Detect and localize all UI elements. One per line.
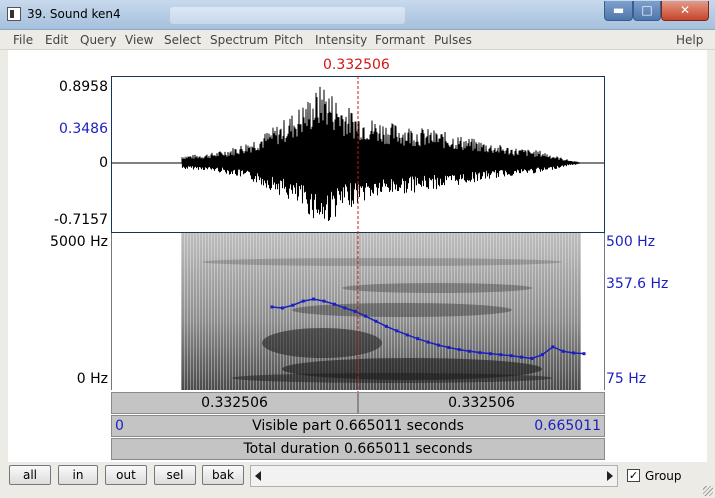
formant-band-3 xyxy=(342,283,532,293)
waveform-min-label: -0.7157 xyxy=(53,212,108,228)
pitch-point xyxy=(509,354,513,358)
pitch-point xyxy=(322,299,326,303)
menu-pulses[interactable]: Pulses xyxy=(434,33,472,47)
formant-band-5 xyxy=(232,373,552,383)
pitch-point xyxy=(540,353,544,357)
menu-pitch[interactable]: Pitch xyxy=(274,33,303,47)
horizontal-scrollbar[interactable] xyxy=(250,465,618,487)
menu-bar: File Edit Query View Select Spectrum Pit… xyxy=(0,30,715,50)
zoom-selection-button[interactable]: sel xyxy=(154,465,196,485)
left-time-bar[interactable]: 0.332506 xyxy=(111,392,358,414)
pitch-point xyxy=(364,314,368,318)
pitch-point xyxy=(447,346,451,350)
waveform-max-label: 0.8958 xyxy=(59,79,108,95)
pitch-point xyxy=(457,348,461,352)
close-icon: ✕ xyxy=(679,3,691,17)
menu-file[interactable]: File xyxy=(13,33,33,47)
pitch-cursor-label: 357.6 Hz xyxy=(606,276,669,292)
group-label: Group xyxy=(645,469,682,483)
background-tab xyxy=(170,7,405,24)
minimize-icon: ▬ xyxy=(612,3,625,17)
pitch-bottom-label: 75 Hz xyxy=(606,371,647,387)
menu-edit[interactable]: Edit xyxy=(45,33,68,47)
pitch-point xyxy=(582,352,586,356)
pitch-point xyxy=(301,299,305,303)
pitch-point xyxy=(530,356,534,360)
pitch-point xyxy=(551,345,555,349)
visible-end-label: 0.665011 xyxy=(534,418,601,434)
pitch-point xyxy=(561,349,565,353)
pitch-point xyxy=(384,324,388,328)
total-duration-bar[interactable]: Total duration 0.665011 seconds xyxy=(111,438,605,460)
pitch-point xyxy=(291,303,295,307)
visible-part-label: Visible part 0.665011 seconds xyxy=(252,418,464,434)
menu-view[interactable]: View xyxy=(125,33,153,47)
formant-band-2 xyxy=(292,303,512,317)
pitch-point xyxy=(572,351,576,355)
cursor-line xyxy=(357,76,359,392)
menu-select[interactable]: Select xyxy=(164,33,201,47)
visible-part-bar[interactable]: 0 Visible part 0.665011 seconds 0.665011 xyxy=(111,415,605,437)
close-button[interactable]: ✕ xyxy=(661,1,709,21)
cursor-time-label: 0.332506 xyxy=(323,57,390,73)
menu-spectrum[interactable]: Spectrum xyxy=(210,33,268,47)
title-bar: 39. Sound ken4 ▬ □ ✕ xyxy=(0,0,715,30)
pitch-point xyxy=(468,349,472,353)
menu-help[interactable]: Help xyxy=(676,33,703,47)
menu-intensity[interactable]: Intensity xyxy=(315,33,367,47)
pitch-point xyxy=(426,340,430,344)
pitch-point xyxy=(416,337,420,341)
pitch-point xyxy=(332,302,336,306)
window-title: 39. Sound ken4 xyxy=(27,7,121,21)
minimize-button[interactable]: ▬ xyxy=(604,1,633,21)
zoom-out-button[interactable]: out xyxy=(105,465,147,485)
pitch-point xyxy=(520,355,524,359)
pitch-point xyxy=(395,329,399,333)
pitch-top-label: 500 Hz xyxy=(606,234,656,250)
right-time-bar[interactable]: 0.332506 xyxy=(358,392,605,414)
pitch-point xyxy=(405,333,409,337)
waveform-cursor-value: 0.3486 xyxy=(59,121,108,137)
pitch-point xyxy=(270,305,274,309)
pitch-point xyxy=(343,306,347,310)
pitch-point xyxy=(499,353,503,357)
formant-band-4 xyxy=(202,258,562,266)
scroll-right-icon[interactable] xyxy=(607,471,613,481)
pitch-point xyxy=(374,319,378,323)
resize-grip-icon[interactable] xyxy=(703,486,713,496)
show-all-button[interactable]: all xyxy=(9,465,51,485)
zoom-in-button[interactable]: in xyxy=(58,465,98,485)
pitch-point xyxy=(478,351,482,355)
maximize-icon: □ xyxy=(641,3,653,17)
pitch-point xyxy=(436,343,440,347)
spectrogram-top-label: 5000 Hz xyxy=(50,234,108,250)
group-checkbox[interactable]: ✓ xyxy=(627,469,640,482)
waveform-zero-label: 0 xyxy=(99,155,108,171)
right-time-label: 0.332506 xyxy=(448,395,515,411)
zoom-back-button[interactable]: bak xyxy=(202,465,244,485)
pitch-point xyxy=(280,306,284,310)
menu-query[interactable]: Query xyxy=(80,33,116,47)
left-time-label: 0.332506 xyxy=(201,395,268,411)
spectrogram-bottom-label: 0 Hz xyxy=(76,371,108,387)
formant-band-0 xyxy=(262,328,382,358)
scroll-left-icon[interactable] xyxy=(255,471,261,481)
app-icon xyxy=(7,7,21,21)
total-duration-label: Total duration 0.665011 seconds xyxy=(243,441,473,457)
maximize-button[interactable]: □ xyxy=(633,1,661,21)
pitch-point xyxy=(312,297,316,301)
pitch-point xyxy=(488,352,492,356)
menu-formant[interactable]: Formant xyxy=(375,33,425,47)
